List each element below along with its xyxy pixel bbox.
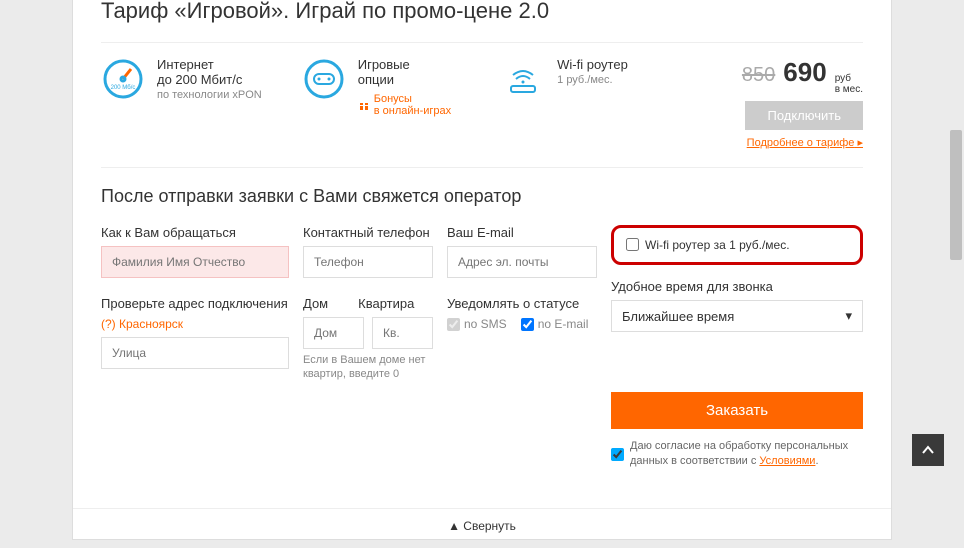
feature-gaming: Игровые опции Бонусыв онлайн-играх: [302, 57, 451, 117]
house-input[interactable]: [303, 317, 364, 349]
calltime-label: Удобное время для звонка: [611, 279, 863, 294]
city-link[interactable]: (?) Красноярск: [101, 317, 289, 331]
svg-text:200 Мб/с: 200 Мб/с: [111, 85, 136, 91]
phone-label: Контактный телефон: [303, 225, 433, 240]
notify-sms[interactable]: no SMS: [447, 317, 507, 331]
new-price: 690: [783, 57, 826, 88]
price-block: 850 690 рубв мес. Подключить Подробнее о…: [742, 57, 863, 149]
flat-label: Квартира: [358, 296, 414, 311]
house-hint: Если в Вашем доме нет квартир, введите 0: [303, 353, 433, 382]
bonus-link[interactable]: Бонусыв онлайн-играх: [358, 93, 451, 117]
scrollbar-thumb[interactable]: [950, 130, 962, 260]
scroll-top-button[interactable]: [912, 434, 944, 466]
house-label: Дом: [303, 296, 328, 311]
feature-label: Интернет: [157, 57, 262, 72]
street-input[interactable]: [101, 337, 289, 369]
feature-tech: по технологии xPON: [157, 89, 262, 101]
gift-icon: [358, 99, 370, 111]
scrollbar-track[interactable]: [950, 4, 962, 542]
email-label: Ваш E-mail: [447, 225, 597, 240]
feature-label: Wi-fi роутер: [557, 57, 628, 72]
router-checkbox[interactable]: [626, 238, 639, 251]
chevron-up-icon: [921, 443, 935, 457]
feature-sub: 1 руб./мес.: [557, 74, 628, 86]
feature-sub: опции: [358, 72, 451, 87]
page-title: Тариф «Игровой». Играй по промо-цене 2.0: [101, 0, 863, 24]
address-label: Проверьте адрес подключения: [101, 296, 289, 311]
connect-button[interactable]: Подключить: [745, 101, 863, 130]
flat-input[interactable]: [372, 317, 433, 349]
form-title: После отправки заявки с Вами свяжется оп…: [101, 186, 863, 207]
consent-checkbox[interactable]: [611, 439, 624, 470]
terms-link[interactable]: Условиями: [759, 455, 815, 467]
feature-label: Игровые: [358, 57, 451, 72]
feature-internet: 200 Мб/с Интернет до 200 Мбит/с по техно…: [101, 57, 262, 101]
chevron-down-icon: ▾: [845, 308, 852, 324]
email-input[interactable]: [447, 246, 597, 278]
name-label: Как к Вам обращаться: [101, 225, 289, 240]
collapse-toggle[interactable]: ▲ Свернуть: [73, 508, 891, 543]
features-row: 200 Мб/с Интернет до 200 Мбит/с по техно…: [101, 42, 863, 168]
name-input[interactable]: [101, 246, 289, 278]
router-checkbox-box[interactable]: Wi-fi роутер за 1 руб./мес.: [611, 225, 863, 265]
wifi-router-icon: [501, 57, 545, 101]
feature-sub: до 200 Мбит/с: [157, 72, 262, 87]
feature-router: Wi-fi роутер 1 руб./мес.: [501, 57, 628, 101]
more-link[interactable]: Подробнее о тарифе ▸: [742, 136, 863, 149]
notify-label: Уведомлять о статусе: [447, 296, 597, 311]
consent-row: Даю согласие на обработку персональных д…: [611, 439, 863, 470]
router-checkbox-label: Wi-fi роутер за 1 руб./мес.: [645, 238, 790, 252]
notify-email[interactable]: no E-mail: [521, 317, 589, 331]
gamepad-icon: [302, 57, 346, 101]
old-price: 850: [742, 64, 775, 87]
phone-input[interactable]: [303, 246, 433, 278]
price-unit: рубв мес.: [835, 73, 863, 95]
calltime-select[interactable]: Ближайшее время ▾: [611, 300, 863, 332]
speedometer-icon: 200 Мб/с: [101, 57, 145, 101]
order-button[interactable]: Заказать: [611, 392, 863, 429]
